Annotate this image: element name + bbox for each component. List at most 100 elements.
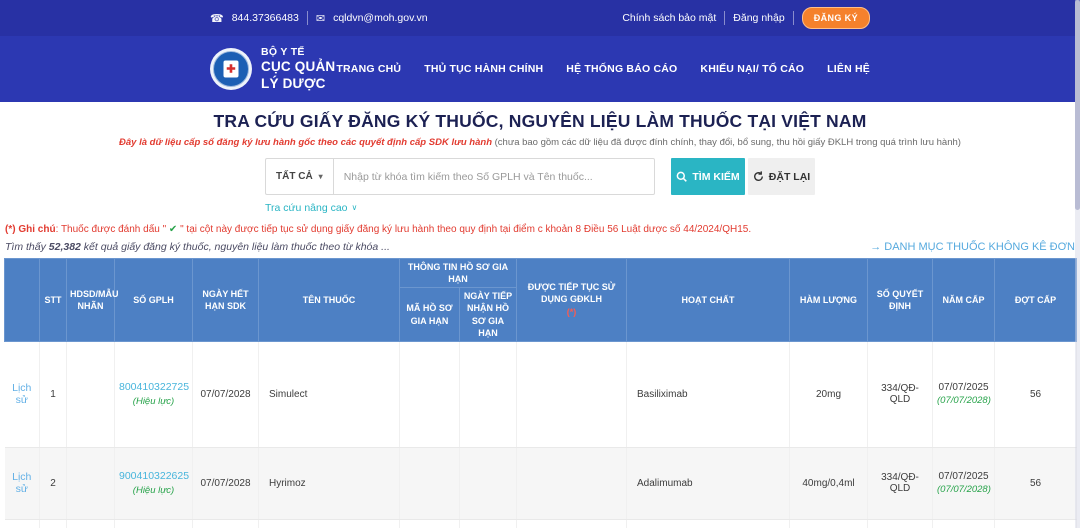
col-header-history — [5, 259, 40, 342]
moh-logo-icon: ✚ — [210, 48, 252, 90]
cell-decision: 334/QĐ-QLD — [868, 519, 933, 528]
main-nav: TRANG CHỦ THỦ TỤC HÀNH CHÍNH HỆ THỐNG BÁ… — [336, 63, 870, 75]
cell-stt: 3 — [40, 519, 67, 528]
subtitle-red-text: Đây là dữ liệu cấp số đăng ký lưu hành g… — [119, 137, 492, 148]
cell-hdsd — [67, 519, 115, 528]
history-link[interactable]: Lịch sử — [12, 471, 31, 495]
otc-list-link[interactable]: → DANH MỤC THUỐC KHÔNG KÊ ĐƠN — [870, 241, 1075, 253]
cell-so-gplh: 760410322525 (Hiệu lực) — [115, 519, 193, 528]
reset-button[interactable]: ĐẶT LẠI — [748, 158, 815, 195]
topbar: ☎ 844.37366483 ✉ cqldvn@moh.gov.vn Chính… — [0, 0, 1080, 36]
col-header-so-quyet-dinh: SỐ QUYẾT ĐỊNH — [868, 259, 933, 342]
arrow-right-icon: → — [870, 241, 881, 253]
cell-ngay-tiep-nhan — [460, 447, 517, 519]
nav-item-procedures[interactable]: THỦ TỤC HÀNH CHÍNH — [424, 63, 543, 75]
scrollbar-thumb[interactable] — [1075, 0, 1080, 210]
cell-expiry: 07/07/2028 — [193, 447, 259, 519]
cell-so-gplh: 900410322625 (Hiệu lực) — [115, 447, 193, 519]
results-table: STT HDSD/MẪU NHÃN SỐ GPLH NGÀY HẾT HẠN S… — [4, 258, 1076, 528]
cell-decision: 334/QĐ-QLD — [868, 341, 933, 447]
footnote: (*) Ghi chú: Thuốc được đánh dấu " ✔ " t… — [0, 224, 1080, 235]
org-name-line2: CỤC QUẢN LÝ DƯỢC — [261, 59, 336, 93]
history-link[interactable]: Lịch sử — [12, 382, 31, 406]
cell-active-ingredient: Basiliximab — [627, 341, 790, 447]
cell-duoc-tiep-tuc — [517, 519, 627, 528]
col-header-hoat-chat: HOẠT CHẤT — [627, 259, 790, 342]
cell-duoc-tiep-tuc — [517, 447, 627, 519]
col-header-duoc-tiep-tuc: ĐƯỢC TIẾP TỤC SỬ DỤNG GĐKLH (*) — [517, 259, 627, 342]
col-header-stt: STT — [40, 259, 67, 342]
cell-batch: 56 — [995, 519, 1077, 528]
cell-batch: 56 — [995, 447, 1077, 519]
cell-ma-ho-so — [400, 519, 460, 528]
cell-duoc-tiep-tuc — [517, 341, 627, 447]
cell-stt: 1 — [40, 341, 67, 447]
cell-ma-ho-so — [400, 447, 460, 519]
col-header-ten-thuoc: TÊN THUỐC — [259, 259, 400, 342]
gplh-link[interactable]: 800410322725 — [119, 381, 188, 393]
nav-item-reports[interactable]: HỆ THỐNG BÁO CÁO — [566, 63, 677, 75]
login-link[interactable]: Đăng nhập — [733, 12, 784, 24]
refresh-icon — [753, 171, 764, 182]
cell-so-gplh: 800410322725 (Hiệu lực) — [115, 341, 193, 447]
cell-drug-name: Hyrimoz — [259, 447, 400, 519]
cell-hdsd — [67, 447, 115, 519]
col-header-so-gplh: SỐ GPLH — [115, 259, 193, 342]
cell-decision: 334/QĐ-QLD — [868, 447, 933, 519]
mail-icon: ✉ — [316, 12, 325, 25]
advanced-search-link[interactable]: Tra cứu nâng cao ∨ — [265, 202, 357, 214]
vertical-scrollbar[interactable] — [1075, 0, 1080, 528]
col-group-gia-han: THÔNG TIN HỒ SƠ GIA HẠN — [400, 259, 517, 288]
col-header-ham-luong: HÀM LƯỢNG — [790, 259, 868, 342]
divider — [793, 11, 794, 25]
nav-item-complaints[interactable]: KHIẾU NẠI/ TỐ CÁO — [700, 63, 804, 75]
cell-grant-year: 07/07/2025 (07/07/2028) — [933, 341, 995, 447]
main-header: ✚ BỘ Y TẾ CỤC QUẢN LÝ DƯỢC TRANG CHỦ THỦ… — [0, 36, 1080, 102]
col-header-nam-cap: NĂM CẤP — [933, 259, 995, 342]
grant-expiry-note: (07/07/2028) — [937, 395, 990, 406]
table-row: Lịch sử 2 900410322625 (Hiệu lực) 07/07/… — [5, 447, 1077, 519]
search-icon — [676, 171, 687, 182]
privacy-policy-link[interactable]: Chính sách bảo mật — [622, 12, 716, 24]
cell-expiry: 07/07/2028 — [193, 519, 259, 528]
subtitle-gray-text: (chưa bao gồm các dữ liệu đã được đính c… — [495, 137, 961, 148]
cell-ma-ho-so — [400, 341, 460, 447]
table-row: Lịch sử 3 760410322525 (Hiệu lực) 07/07/… — [5, 519, 1077, 528]
col-header-dot-cap: ĐỢT CẤP — [995, 259, 1077, 342]
cell-expiry: 07/07/2028 — [193, 341, 259, 447]
cell-active-ingredient: Adalimumab — [627, 447, 790, 519]
table-row: Lịch sử 1 800410322725 (Hiệu lực) 07/07/… — [5, 341, 1077, 447]
caret-down-icon: ▾ — [319, 172, 323, 181]
gplh-link[interactable]: 900410322625 — [119, 470, 188, 482]
phone-icon: ☎ — [210, 12, 224, 25]
email-link[interactable]: cqldvn@moh.gov.vn — [333, 12, 428, 24]
col-header-ngay-tiep-nhan: NGÀY TIẾP NHẬN HỒ SƠ GIA HẠN — [460, 288, 517, 342]
col-header-ma-ho-so: MÃ HỒ SƠ GIA HẠN — [400, 288, 460, 342]
nav-item-contact[interactable]: LIÊN HỆ — [827, 63, 870, 75]
phone-link[interactable]: 844.37366483 — [232, 12, 299, 24]
cell-active-ingredient: Polatuzumab vedotin — [627, 519, 790, 528]
brand[interactable]: ✚ BỘ Y TẾ CỤC QUẢN LÝ DƯỢC — [210, 46, 336, 93]
cell-strength: 30mg — [790, 519, 868, 528]
status-badge: (Hiệu lực) — [119, 485, 188, 496]
divider — [724, 11, 725, 25]
nav-item-home[interactable]: TRANG CHỦ — [336, 63, 401, 75]
grant-expiry-note: (07/07/2028) — [937, 484, 990, 495]
cell-stt: 2 — [40, 447, 67, 519]
register-button[interactable]: ĐĂNG KÝ — [802, 7, 870, 29]
cell-grant-year: 07/07/2025 (07/07/2028) — [933, 519, 995, 528]
results-summary: Tìm thấy 52,382 kết quả giấy đăng ký thu… — [5, 241, 390, 253]
chevron-down-icon: ∨ — [352, 204, 358, 212]
search-input[interactable] — [333, 158, 655, 195]
divider — [307, 11, 308, 25]
cell-hdsd — [67, 341, 115, 447]
filter-selected-value: TẤT CẢ — [276, 171, 313, 182]
cell-strength: 40mg/0,4ml — [790, 447, 868, 519]
cell-batch: 56 — [995, 341, 1077, 447]
cell-drug-name: RoPolivy — [259, 519, 400, 528]
cell-ngay-tiep-nhan — [460, 519, 517, 528]
search-button[interactable]: TÌM KIẾM — [671, 158, 745, 195]
search-filter-select[interactable]: TẤT CẢ ▾ — [265, 158, 333, 195]
page-title: TRA CỨU GIẤY ĐĂNG KÝ THUỐC, NGUYÊN LIỆU … — [0, 111, 1080, 132]
required-star: (*) — [520, 306, 623, 318]
